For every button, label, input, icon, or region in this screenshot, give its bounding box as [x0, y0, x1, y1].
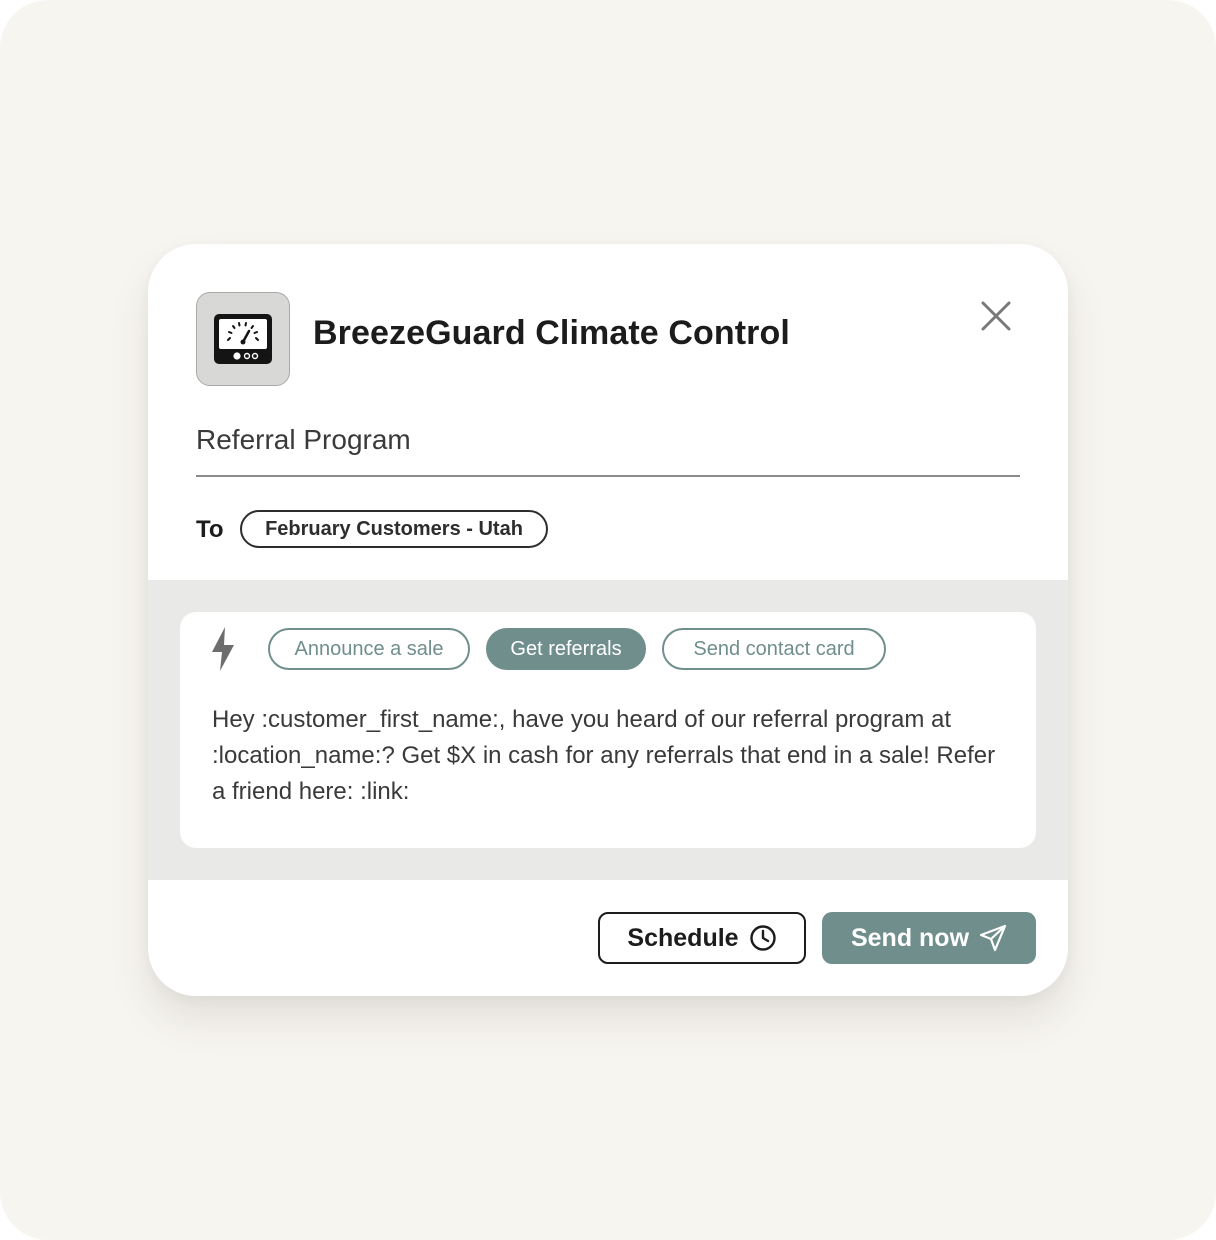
compose-message-dialog: BreezeGuard Climate Control Referral Pro… — [148, 244, 1068, 996]
send-now-label: Send now — [850, 923, 970, 952]
template-chip-send-contact-card[interactable]: Send contact card — [662, 628, 886, 670]
send-now-button[interactable]: Send now — [822, 912, 1036, 964]
template-chip-get-referrals[interactable]: Get referrals — [486, 628, 646, 670]
schedule-label: Schedule — [627, 923, 739, 952]
message-box[interactable]: Announce a sale Get referrals Send conta… — [180, 612, 1036, 848]
close-icon — [981, 301, 1011, 331]
compose-area: Announce a sale Get referrals Send conta… — [148, 580, 1068, 880]
template-chip-announce-sale[interactable]: Announce a sale — [268, 628, 470, 670]
lightning-bolt-icon — [212, 627, 234, 671]
business-name: BreezeGuard Climate Control — [313, 314, 790, 352]
to-label: To — [196, 516, 224, 543]
clock-icon — [749, 924, 777, 952]
page-background: BreezeGuard Climate Control Referral Pro… — [0, 0, 1216, 1240]
subject-field[interactable]: Referral Program — [196, 420, 1020, 477]
message-text[interactable]: Hey :customer_first_name:, have you hear… — [212, 702, 1012, 810]
schedule-button[interactable]: Schedule — [598, 912, 806, 964]
close-button[interactable] — [974, 294, 1018, 338]
recipient-chip[interactable]: February Customers - Utah — [240, 510, 548, 548]
subject-text: Referral Program — [196, 424, 411, 455]
gauge-meter-icon — [196, 292, 290, 386]
paper-plane-icon — [979, 924, 1007, 952]
